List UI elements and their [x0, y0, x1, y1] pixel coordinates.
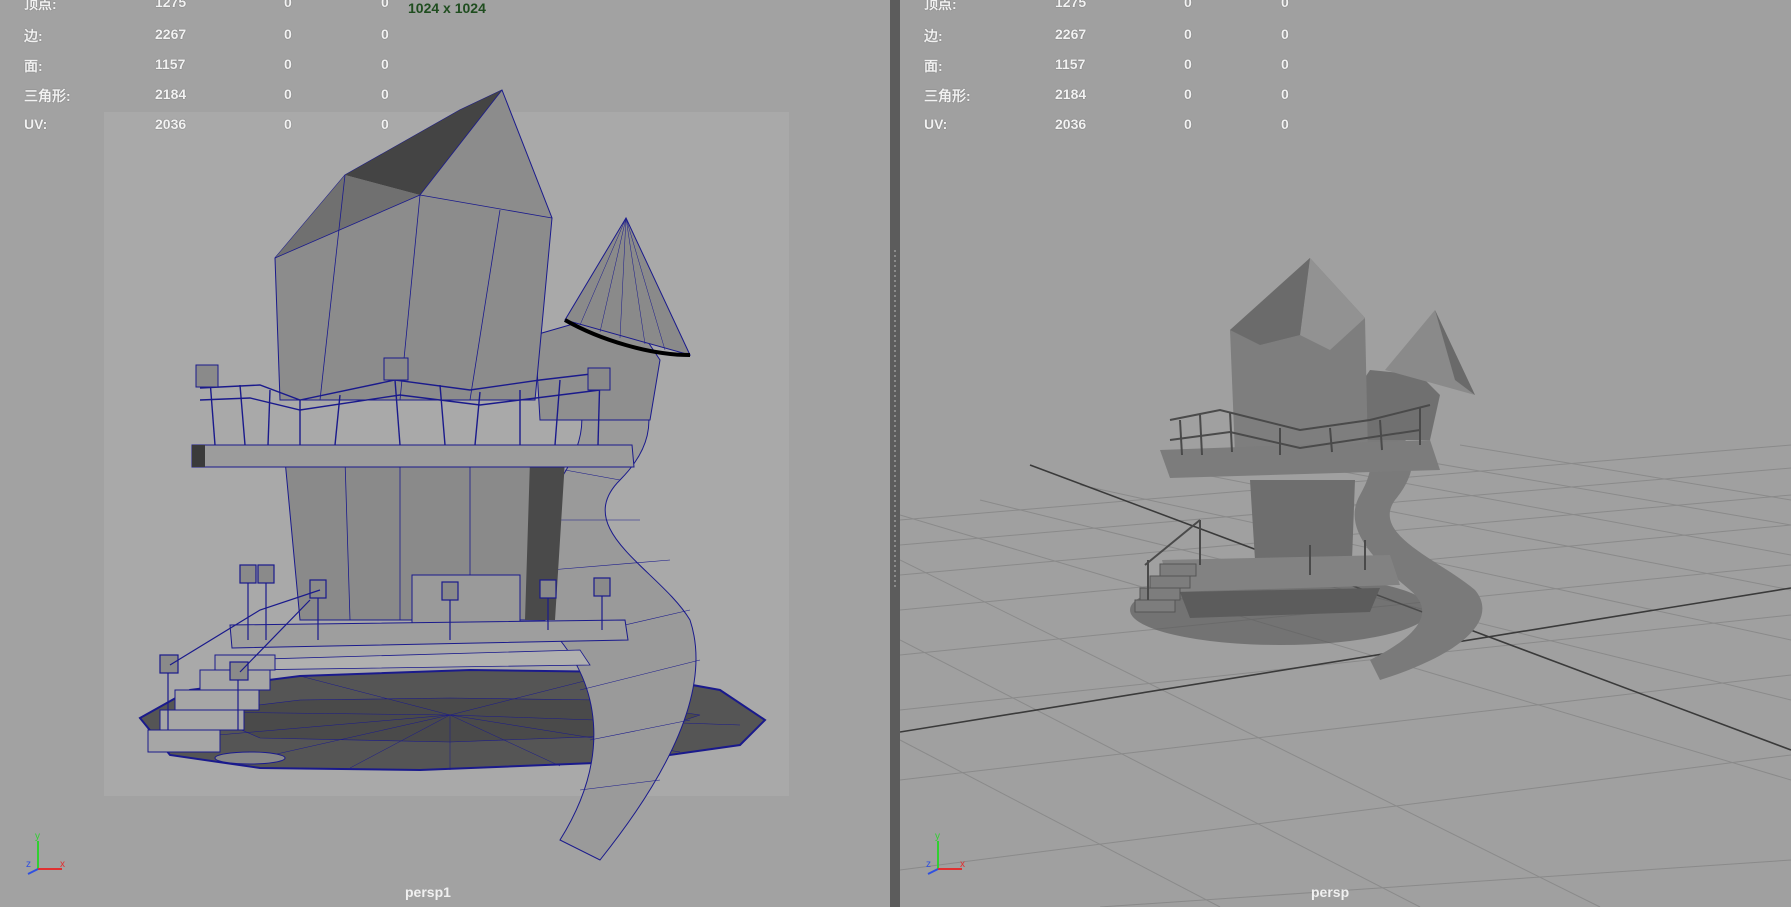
resolution-label: 1024 x 1024: [408, 0, 486, 16]
stat-value: 2036: [1055, 116, 1087, 132]
stat-label: UV:: [924, 116, 948, 132]
stat-value: 0: [381, 56, 389, 72]
stat-value: 2267: [155, 26, 187, 42]
stat-value: 0: [381, 116, 389, 132]
stat-value: 0: [284, 86, 292, 102]
stat-value: 1275: [155, 0, 187, 10]
stat-row-faces: 面: 1157 0 0: [924, 56, 1324, 74]
stat-row-vertices: 顶点: 1275 0 0: [24, 0, 424, 12]
wireframe-house-model[interactable]: [0, 0, 890, 907]
stat-label: 面:: [924, 58, 943, 74]
stat-value: 2184: [155, 86, 187, 102]
stat-label: 面:: [24, 58, 43, 74]
stat-label: 三角形:: [924, 88, 971, 104]
stat-row-triangles: 三角形: 2184 0 0: [24, 86, 424, 104]
axis-z-label: z: [26, 859, 31, 870]
stat-row-uvs: UV: 2036 0 0: [24, 116, 424, 134]
stat-value: 0: [1184, 86, 1192, 102]
stat-row-triangles: 三角形: 2184 0 0: [924, 86, 1324, 104]
stat-value: 0: [1281, 56, 1289, 72]
divider-grip[interactable]: [894, 250, 896, 590]
stat-value: 1157: [1055, 56, 1086, 72]
stat-row-uvs: UV: 2036 0 0: [924, 116, 1324, 134]
stat-value: 0: [381, 86, 389, 102]
stat-label: 顶点:: [924, 0, 957, 12]
stat-label: UV:: [24, 116, 48, 132]
stat-value: 1275: [1055, 0, 1087, 10]
stat-row-faces: 面: 1157 0 0: [24, 56, 424, 74]
stat-row-edges: 边: 2267 0 0: [924, 26, 1324, 44]
stat-value: 0: [381, 26, 389, 42]
stat-value: 0: [1281, 86, 1289, 102]
view-axis-icon: y x z: [26, 831, 65, 875]
camera-label: persp: [1311, 884, 1350, 900]
stat-label: 顶点:: [24, 0, 57, 12]
stat-label: 边:: [924, 28, 943, 44]
stat-value: 2267: [1055, 26, 1087, 42]
stat-value: 0: [284, 56, 292, 72]
viewport-persp[interactable]: 顶点: 1275 0 0 边: 2267 0 0 面: 1157 0 0 三角形…: [900, 0, 1791, 907]
axis-z-label: z: [926, 859, 931, 870]
stat-label: 边:: [24, 28, 43, 44]
axis-x-label: x: [60, 859, 65, 870]
stat-value: 0: [284, 116, 292, 132]
view-axis-icon: y x z: [926, 831, 965, 875]
axis-y-label: y: [935, 831, 940, 842]
stat-row-edges: 边: 2267 0 0: [24, 26, 424, 44]
stat-value: 0: [1281, 0, 1289, 10]
stat-value: 0: [1184, 26, 1192, 42]
stat-value: 1157: [155, 56, 186, 72]
viewport-persp1[interactable]: 顶点: 1275 0 0 边: 2267 0 0 面: 1157 0 0 三角形…: [0, 0, 890, 907]
stat-value: 0: [1184, 0, 1192, 10]
camera-label: persp1: [405, 884, 451, 900]
stat-value: 0: [381, 0, 389, 10]
stat-row-vertices: 顶点: 1275 0 0: [924, 0, 1324, 12]
stat-value: 0: [284, 26, 292, 42]
axis-x-label: x: [960, 859, 965, 870]
shaded-house-model[interactable]: [900, 0, 1791, 907]
stat-value: 2184: [1055, 86, 1087, 102]
stat-value: 2036: [155, 116, 187, 132]
stat-value: 0: [1281, 116, 1289, 132]
stat-value: 0: [1281, 26, 1289, 42]
stat-value: 0: [1184, 56, 1192, 72]
viewport-divider[interactable]: [890, 0, 900, 907]
axis-y-label: y: [35, 831, 40, 842]
stat-value: 0: [284, 0, 292, 10]
stat-value: 0: [1184, 116, 1192, 132]
stat-label: 三角形:: [24, 88, 71, 104]
